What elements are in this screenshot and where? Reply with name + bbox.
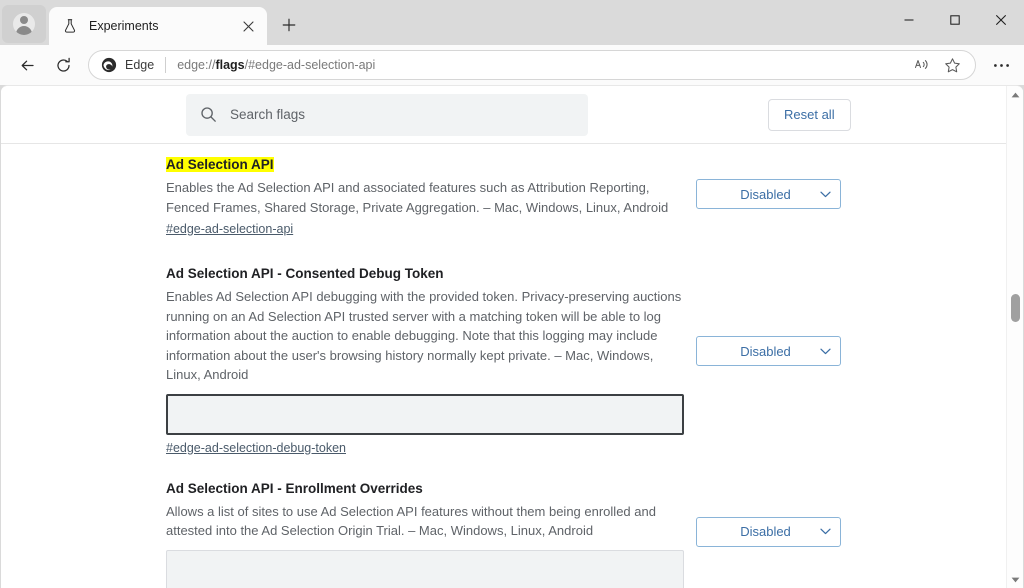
flask-icon <box>61 17 79 35</box>
new-tab-button[interactable] <box>274 10 304 40</box>
flag-state-value: Disabled <box>697 524 820 539</box>
scroll-down-arrow-icon[interactable] <box>1007 571 1023 588</box>
minimize-button[interactable] <box>886 0 932 40</box>
refresh-button[interactable] <box>46 50 80 80</box>
maximize-button[interactable] <box>932 0 978 40</box>
flag-description: Enables Ad Selection API debugging with … <box>166 287 684 385</box>
address-bar[interactable]: Edge edge://flags/#edge-ad-selection-api <box>88 50 976 80</box>
flag-state-select[interactable]: Disabled <box>696 336 841 366</box>
search-icon <box>200 106 218 124</box>
edge-logo-icon <box>101 57 117 73</box>
flags-search-header: Reset all <box>1 86 1023 144</box>
chevron-down-icon <box>820 348 831 355</box>
search-flags-box[interactable] <box>186 94 588 136</box>
scrollbar-thumb[interactable] <box>1011 294 1020 322</box>
flag-title: Ad Selection API <box>166 157 274 172</box>
browser-toolbar: Edge edge://flags/#edge-ad-selection-api <box>0 45 1024 85</box>
window-controls <box>886 0 1024 40</box>
chevron-down-icon <box>820 191 831 198</box>
url-suffix: /#edge-ad-selection-api <box>245 58 376 72</box>
flag-title-line: Ad Selection API - Consented Debug Token <box>166 265 684 283</box>
close-button[interactable] <box>978 0 1024 40</box>
omnibox-separator <box>165 57 166 73</box>
flag-description: Enables the Ad Selection API and associa… <box>166 178 684 217</box>
search-input[interactable] <box>230 107 574 122</box>
tab-close-icon[interactable] <box>237 15 259 37</box>
flag-details: Ad Selection API Enables the Ad Selectio… <box>166 156 684 238</box>
flag-title-line: Ad Selection API <box>166 156 684 174</box>
flag-row: Ad Selection API - Enrollment Overrides … <box>1 480 1023 588</box>
page-viewport: Reset all Ad Selection API Enables the A… <box>1 85 1023 588</box>
flag-title-line: Ad Selection API - Enrollment Overrides <box>166 480 684 498</box>
reset-all-button[interactable]: Reset all <box>768 99 851 131</box>
tab-experiments[interactable]: Experiments <box>49 7 267 45</box>
flag-permalink[interactable]: #edge-ad-selection-debug-token <box>166 439 346 457</box>
flag-details: Ad Selection API - Consented Debug Token… <box>166 265 684 457</box>
flag-row: Ad Selection API - Consented Debug Token… <box>1 265 1023 457</box>
flag-details: Ad Selection API - Enrollment Overrides … <box>166 480 684 588</box>
flag-text-input[interactable] <box>166 550 684 588</box>
profile-button[interactable] <box>2 5 46 43</box>
flag-state-value: Disabled <box>697 344 820 359</box>
avatar-icon <box>13 13 35 35</box>
omnibox-brand-label: Edge <box>125 58 154 72</box>
omnibox-url: edge://flags/#edge-ad-selection-api <box>177 58 375 72</box>
back-button[interactable] <box>10 50 44 80</box>
chevron-down-icon <box>820 528 831 535</box>
scroll-up-arrow-icon[interactable] <box>1007 86 1023 103</box>
flag-description: Allows a list of sites to use Ad Selecti… <box>166 502 684 541</box>
flags-list: Ad Selection API Enables the Ad Selectio… <box>1 145 1023 588</box>
flag-title: Ad Selection API - Consented Debug Token <box>166 266 444 281</box>
settings-and-more-button[interactable] <box>984 50 1018 80</box>
url-prefix: edge:// <box>177 58 215 72</box>
flag-text-input[interactable] <box>166 394 684 435</box>
flag-row: Ad Selection API Enables the Ad Selectio… <box>1 156 1023 238</box>
flag-title: Ad Selection API - Enrollment Overrides <box>166 481 423 496</box>
omnibox-actions <box>909 52 965 78</box>
flag-state-select[interactable]: Disabled <box>696 179 841 209</box>
flag-select-cell: Disabled <box>696 156 841 238</box>
flag-permalink[interactable]: #edge-ad-selection-api <box>166 220 293 238</box>
flag-state-value: Disabled <box>697 187 820 202</box>
favorite-star-icon[interactable] <box>939 52 965 78</box>
flag-select-cell: Disabled <box>696 265 841 457</box>
browser-window: Experiments <box>0 0 1024 588</box>
tab-title: Experiments <box>89 19 237 33</box>
flag-state-select[interactable]: Disabled <box>696 517 841 547</box>
tab-strip: Experiments <box>0 0 1024 45</box>
read-aloud-icon[interactable] <box>909 52 935 78</box>
url-bold-segment: flags <box>215 58 244 72</box>
vertical-scrollbar[interactable] <box>1006 86 1023 588</box>
flag-select-cell: Disabled <box>696 480 841 588</box>
